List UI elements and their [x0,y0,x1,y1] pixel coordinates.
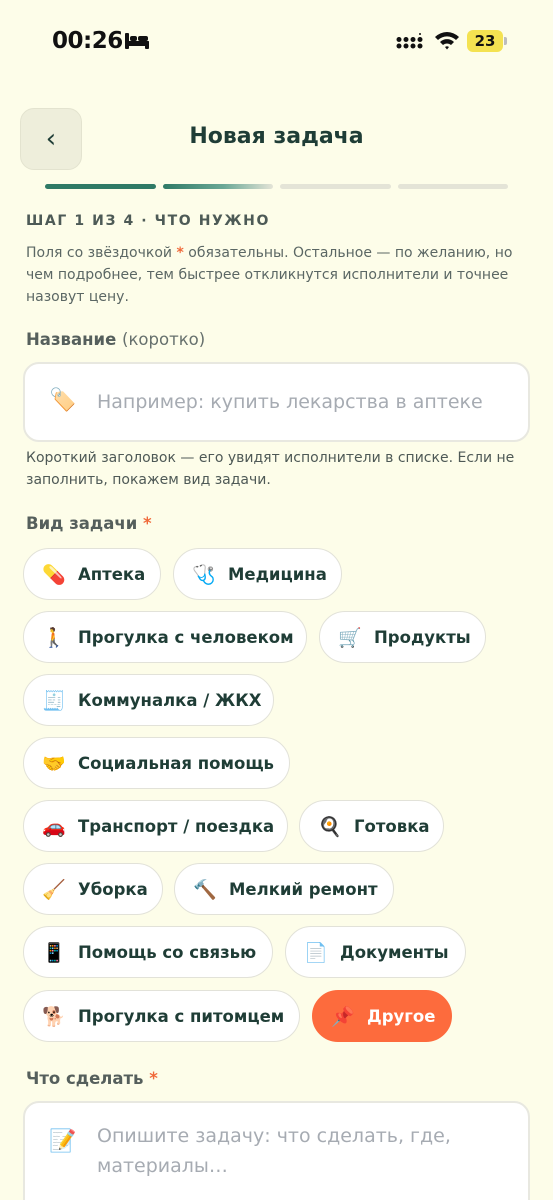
category-chip-minor-repair[interactable]: 🔨 Мелкий ремонт [174,863,394,915]
category-chip-label: Коммуналка / ЖКХ [78,690,262,710]
category-chip-label: Другое [367,1006,436,1026]
car-icon: 🚗 [42,815,66,838]
frying-pan-icon: 🍳 [318,815,342,838]
progress-segment-2 [162,184,273,189]
category-chip-label: Помощь со связью [78,942,257,962]
progress-segment-3 [280,184,391,189]
category-chip-label: Готовка [354,816,430,836]
task-description-textarea[interactable]: 📝 Опишите задачу: что сделать, где, мате… [23,1101,530,1200]
category-chip-label: Мелкий ремонт [229,879,378,899]
category-field-label: Вид задачи * [26,514,152,533]
required-star: * [176,245,184,261]
category-chip-label: Медицина [228,564,327,584]
category-chip-transport[interactable]: 🚗 Транспорт / поездка [23,800,288,852]
category-chip-label: Документы [340,942,449,962]
category-label-text: Вид задачи [26,514,138,533]
page-title: Новая задача [189,124,364,149]
category-chip-groceries[interactable]: 🛒 Продукты [319,611,486,663]
wifi-icon [435,32,459,50]
required-star: * [143,514,152,533]
task-field-label: Что сделать * [26,1069,158,1088]
status-bar: 00:26 23 [0,0,553,84]
progress-segment-1 [45,184,156,189]
memo-icon: 📝 [49,1129,77,1154]
battery-indicator: 23 [467,30,507,52]
title-label-text: Название [26,330,117,349]
progress-segment-4 [397,184,508,189]
stethoscope-icon: 🩺 [192,563,216,586]
category-chip-medicine[interactable]: 🩺 Медицина [173,548,342,600]
category-chip-label: Уборка [78,879,148,899]
category-chip-label: Продукты [374,627,471,647]
category-chip-pet-walk[interactable]: 🐕 Прогулка с питомцем [23,990,300,1042]
mobile-phone-icon: 📱 [42,941,66,964]
category-chip-cleaning[interactable]: 🧹 Уборка [23,863,163,915]
handshake-icon: 🤝 [42,752,66,775]
category-chip-label: Транспорт / поездка [78,816,275,836]
bed-icon [125,33,149,49]
title-help-text: Короткий заголовок — его увидят исполнит… [26,450,515,488]
step-label: ШАГ 1 ИЗ 4 · ЧТО НУЖНО [26,213,270,229]
pushpin-icon: 📌 [331,1005,355,1028]
battery-level: 23 [467,30,503,52]
title-input-placeholder: Например: купить лекарства в аптеке [97,391,483,413]
category-chip-utilities[interactable]: 🧾 Коммуналка / ЖКХ [23,674,274,726]
cellular-signal-icon [396,33,423,49]
step-progress [45,184,508,190]
category-chip-documents[interactable]: 📄 Документы [285,926,466,978]
category-chip-other[interactable]: 📌 Другое [312,990,452,1042]
category-chip-walk-with-person[interactable]: 🚶 Прогулка с человеком [23,611,307,663]
receipt-icon: 🧾 [42,689,66,712]
task-description-placeholder: Опишите задачу: что сделать, где, матери… [97,1125,451,1177]
broom-icon: 🧹 [42,878,66,901]
hint-text-before: Поля со звёздочкой [26,245,177,261]
category-chip-social-help[interactable]: 🤝 Социальная помощь [23,737,290,789]
person-walking-icon: 🚶 [42,626,66,649]
battery-tip [504,37,507,45]
required-star: * [149,1069,158,1088]
category-chip-connectivity-help[interactable]: 📱 Помощь со связью [23,926,273,978]
required-fields-hint: Поля со звёздочкой * обязательны. Осталь… [26,242,536,308]
category-chip-cooking[interactable]: 🍳 Готовка [299,800,444,852]
document-icon: 📄 [304,941,328,964]
shopping-cart-icon: 🛒 [338,626,362,649]
category-chip-pharmacy[interactable]: 💊 Аптека [23,548,161,600]
hammer-icon: 🔨 [193,878,217,901]
dog-icon: 🐕 [42,1005,66,1028]
clock: 00:26 [52,28,123,54]
task-label-text: Что сделать [26,1069,144,1088]
category-chip-label: Аптека [78,564,146,584]
category-chip-label: Социальная помощь [78,753,274,773]
title-field-label: Название (коротко) [26,330,205,349]
title-input[interactable]: 🏷️ Например: купить лекарства в аптеке [23,362,530,442]
title-label-sub: (коротко) [122,330,206,349]
pill-icon: 💊 [42,563,66,586]
label-tag-icon: 🏷️ [49,388,77,413]
category-chip-label: Прогулка с питомцем [78,1006,285,1026]
category-chip-label: Прогулка с человеком [78,627,294,647]
